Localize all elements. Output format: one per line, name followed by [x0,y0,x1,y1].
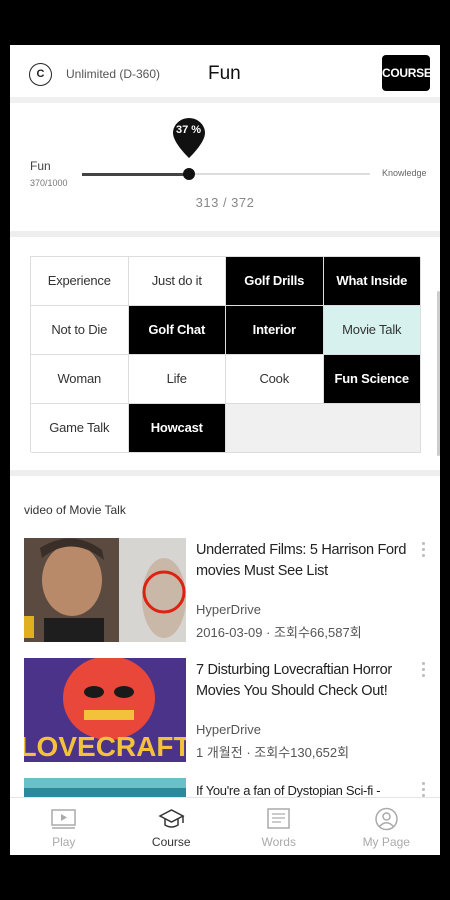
play-icon [51,809,76,829]
progress-fill [82,172,189,176]
video-section-heading: video of Movie Talk [24,503,126,517]
nav-label: Words [261,835,296,849]
category-cell[interactable]: Experience [31,257,129,306]
progress-count: 313 / 372 [195,195,255,210]
video-thumbnail-image: LOVECRAFT [24,658,186,762]
progress-right-label: Knowledge [382,168,427,178]
divider [10,231,440,237]
category-cell[interactable]: Fun Science [323,355,421,404]
progress-handle[interactable] [182,168,195,180]
progress-marker-pin: 37 % [172,118,205,158]
video-thumbnail-image [24,538,186,642]
plan-label: Unlimited (D-360) [66,67,161,81]
more-vertical-icon[interactable] [418,540,428,560]
more-vertical-icon[interactable] [418,660,428,680]
category-cell[interactable]: Not to Die [31,306,129,355]
video-meta: 1 개월전 · 조회수130,652회 [196,745,350,760]
category-cell[interactable]: Woman [31,355,129,404]
category-cell[interactable]: Golf Chat [128,306,226,355]
notebook-icon [267,808,290,829]
progress-track[interactable] [82,168,370,180]
nav-label: Play [52,835,76,849]
app-screen: C Unlimited (D-360) Fun COURSE Fun 370/1… [10,45,440,855]
category-grid: Experience Just do it Golf Drills What Insi… [30,256,421,453]
category-cell[interactable]: Just do it [128,257,226,306]
category-cell[interactable]: Life [128,355,226,404]
video-thumbnail[interactable] [24,538,186,642]
nav-label: My Page [362,835,410,849]
video-title[interactable]: 7 Disturbing Lovecraftian Horror Movies … [196,660,408,702]
thumbnail-text: LOVECRAFT [24,731,186,762]
category-cell[interactable]: Movie Talk [323,306,421,355]
video-title[interactable]: Underrated Films: 5 Harrison Ford movies… [196,540,408,582]
category-cell[interactable]: Howcast [128,404,226,453]
category-cell[interactable]: Golf Drills [226,257,324,306]
progress-percent: 37 % [176,124,202,136]
video-thumbnail[interactable]: LOVECRAFT [24,658,186,762]
category-cell[interactable]: Cook [226,355,324,404]
category-empty-area [226,404,421,453]
page-title: Fun [208,63,241,84]
video-meta: 2016-03-09 · 조회수66,587회 [196,625,362,640]
progress-section: Fun 370/1000 37 % Knowledge 313 / 372 [10,103,440,231]
user-icon [374,807,398,831]
progress-left-label: Fun [30,159,51,173]
video-channel: HyperDrive [196,722,262,737]
grid-scrollbar[interactable] [437,291,440,456]
video-item[interactable]: LOVECRAFT 7 Disturbing Lovecraftian Horr… [10,658,440,774]
course-button[interactable]: COURSE [382,55,432,91]
nav-item-my-page[interactable]: My Page [333,798,441,855]
header: C Unlimited (D-360) Fun COURSE [10,45,440,103]
category-cell[interactable]: What Inside [323,257,421,306]
graduation-cap-icon [157,809,185,828]
video-item[interactable]: Underrated Films: 5 Harrison Ford movies… [10,538,440,654]
bottom-nav: Play Course Words My Page [10,797,440,855]
nav-item-course[interactable]: Course [118,798,226,855]
nav-label: Course [151,835,191,849]
nav-item-play[interactable]: Play [10,798,118,855]
category-cell[interactable]: Interior [226,306,324,355]
progress-left-sub: 370/1000 [30,178,68,188]
nav-item-words[interactable]: Words [225,798,333,855]
video-channel: HyperDrive [196,602,262,617]
divider [10,470,440,476]
course-badge-icon[interactable]: C [29,63,52,86]
category-cell[interactable]: Game Talk [31,404,129,453]
